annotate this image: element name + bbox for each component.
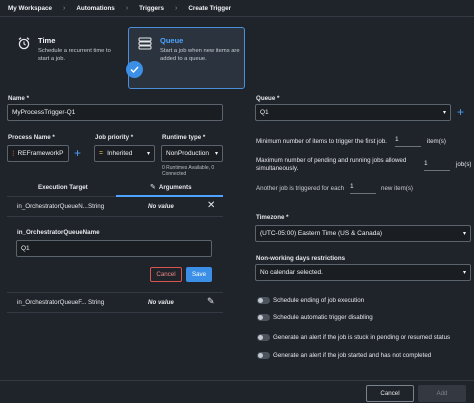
tab-active-indicator bbox=[116, 195, 223, 197]
min-items-label: Minimum number of items to trigger the f… bbox=[256, 138, 388, 145]
runtime-hint-line2: Connected bbox=[162, 171, 187, 177]
argument-edit-label: in_OrchestratorQueueName bbox=[17, 229, 100, 236]
breadcrumb-item-triggers[interactable]: Triggers bbox=[139, 5, 164, 12]
max-jobs-label-line1: Maximum number of pending and running jo… bbox=[256, 157, 407, 164]
queue-label: Queue * bbox=[256, 95, 280, 102]
process-name-value: REFrameworkP bbox=[17, 150, 64, 157]
another-job-unit: new item(s) bbox=[381, 185, 413, 192]
time-card-title: Time bbox=[38, 36, 56, 45]
selected-check-icon bbox=[126, 61, 143, 78]
footer-cancel-button[interactable]: Cancel bbox=[366, 385, 414, 402]
chevron-down-icon: ▾ bbox=[442, 110, 446, 116]
argument-value: No value bbox=[148, 299, 174, 306]
name-input[interactable]: MyProcessTrigger-Q1 bbox=[7, 104, 223, 121]
add-queue-icon[interactable]: + bbox=[457, 105, 464, 119]
runtime-type-select[interactable]: NonProduction ▾ bbox=[161, 145, 223, 162]
non-working-days-label: Non-working days restrictions bbox=[256, 255, 346, 262]
argument-type: String bbox=[88, 299, 105, 306]
queue-card-title: Queue bbox=[160, 36, 184, 45]
schedule-disabling-label: Schedule automatic trigger disabling bbox=[273, 314, 373, 321]
time-card-description-line2: start a job. bbox=[38, 56, 66, 62]
schedule-ending-label: Schedule ending of job execution bbox=[273, 297, 365, 304]
chevron-down-icon: ▾ bbox=[462, 231, 466, 237]
timezone-value: (UTC-05:00) Eastern Time (US & Canada) bbox=[260, 230, 383, 237]
trigger-type-queue-card[interactable]: Queue Start a job when new items are add… bbox=[128, 27, 245, 89]
argument-value-input[interactable]: Q1 bbox=[16, 240, 212, 257]
job-priority-value: Inherited bbox=[107, 150, 133, 157]
argument-divider bbox=[7, 216, 223, 217]
not-completed-alert-label: Generate an alert if the job started and… bbox=[273, 352, 432, 359]
job-priority-label: Job priority * bbox=[95, 134, 134, 141]
process-name-label: Process Name * bbox=[8, 134, 55, 141]
footer-divider bbox=[0, 380, 474, 381]
breadcrumb-item-create-trigger: Create Trigger bbox=[188, 4, 232, 12]
time-card-description-line1: Schedule a recurrent time to bbox=[38, 48, 111, 54]
alarm-clock-icon bbox=[18, 37, 30, 50]
name-input-value: MyProcessTrigger-Q1 bbox=[12, 109, 76, 116]
queue-icon bbox=[138, 37, 152, 50]
runtime-type-label: Runtime type * bbox=[162, 134, 206, 141]
tab-arguments[interactable]: ✎ Arguments bbox=[150, 183, 192, 192]
calendar-select[interactable]: No calendar selected. ▾ bbox=[255, 264, 471, 281]
timezone-select[interactable]: (UTC-05:00) Eastern Time (US & Canada) ▾ bbox=[255, 225, 471, 242]
breadcrumb-item-workspace[interactable]: My Workspace bbox=[8, 5, 52, 12]
priority-equal-icon: = bbox=[99, 150, 104, 157]
timezone-label: Timezone * bbox=[256, 214, 289, 221]
argument-name: in_OrchestratorQueueF... bbox=[17, 299, 87, 306]
close-icon[interactable]: ✕ bbox=[207, 200, 215, 211]
schedule-disabling-toggle[interactable] bbox=[257, 314, 270, 321]
process-icon: ⁝ bbox=[12, 149, 15, 158]
tab-arguments-label: Arguments bbox=[158, 183, 192, 191]
min-items-unit: item(s) bbox=[427, 138, 446, 145]
queue-card-description-line1: Start a job when new items are bbox=[160, 48, 240, 54]
breadcrumb: My Workspace › Automations › Triggers › … bbox=[0, 0, 474, 17]
argument-save-button[interactable]: Save bbox=[186, 267, 212, 282]
chevron-right-icon: › bbox=[175, 4, 178, 12]
argument-value-input-text: Q1 bbox=[21, 245, 30, 252]
argument-divider bbox=[7, 312, 223, 313]
argument-divider bbox=[7, 292, 223, 293]
process-name-select[interactable]: ⁝ REFrameworkP bbox=[7, 145, 69, 162]
chevron-down-icon: ▾ bbox=[462, 270, 466, 276]
add-process-icon[interactable]: + bbox=[74, 145, 81, 161]
argument-type: String bbox=[88, 203, 105, 210]
chevron-down-icon: ▾ bbox=[146, 151, 150, 157]
schedule-ending-toggle[interactable] bbox=[257, 297, 270, 304]
job-priority-select[interactable]: = Inherited ▾ bbox=[94, 145, 155, 162]
calendar-select-value: No calendar selected. bbox=[260, 269, 323, 276]
runtime-type-value: NonProduction bbox=[166, 150, 209, 157]
queue-card-description-line2: added to a queue. bbox=[160, 56, 207, 62]
stuck-alert-label: Generate an alert if the job is stuck in… bbox=[273, 334, 451, 341]
another-job-input[interactable]: 1 bbox=[350, 183, 376, 194]
chevron-right-icon: › bbox=[62, 4, 66, 12]
another-job-label: Another job is triggered for each bbox=[256, 185, 345, 192]
max-jobs-unit: job(s) bbox=[456, 161, 472, 168]
max-jobs-input[interactable]: 1 bbox=[424, 160, 450, 171]
pencil-icon: ✎ bbox=[150, 184, 156, 191]
not-completed-alert-toggle[interactable] bbox=[257, 352, 270, 359]
name-label: Name * bbox=[8, 95, 29, 102]
footer-add-button[interactable]: Add bbox=[418, 385, 466, 402]
argument-value: No value bbox=[148, 203, 174, 210]
chevron-down-icon: ▾ bbox=[214, 151, 218, 157]
edit-pencil-icon[interactable]: ✎ bbox=[207, 296, 215, 307]
tab-execution-target[interactable]: Execution Target bbox=[38, 184, 88, 191]
queue-select[interactable]: Q1 ▾ bbox=[255, 104, 451, 121]
chevron-right-icon: › bbox=[125, 4, 129, 12]
queue-select-value: Q1 bbox=[260, 109, 269, 116]
min-items-input[interactable]: 1 bbox=[395, 136, 421, 147]
stuck-alert-toggle[interactable] bbox=[257, 334, 270, 341]
argument-cancel-button[interactable]: Cancel bbox=[150, 267, 182, 282]
argument-name: in_OrchestratorQueueN... bbox=[17, 203, 88, 210]
max-jobs-label-line2: simultaneously. bbox=[256, 165, 299, 172]
breadcrumb-item-automations[interactable]: Automations bbox=[76, 5, 114, 12]
trigger-type-time-card[interactable]: Time Schedule a recurrent time to start … bbox=[7, 27, 123, 89]
